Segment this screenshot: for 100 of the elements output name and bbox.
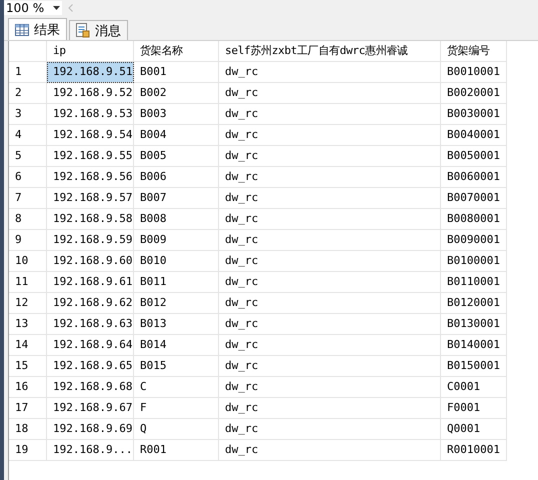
table-cell: B0030001	[441, 104, 507, 125]
table-cell: B0070001	[441, 188, 507, 209]
table-cell: 192.168.9.69	[47, 419, 134, 440]
table-cell: B011	[134, 272, 219, 293]
table-cell: 192.168.9.55	[47, 146, 134, 167]
column-header[interactable]: 货架编号	[441, 41, 507, 62]
table-cell: dw_rc	[219, 335, 441, 356]
table-cell: B006	[134, 167, 219, 188]
table-cell: B010	[134, 251, 219, 272]
table-cell: B0150001	[441, 356, 507, 377]
row-number[interactable]: 4	[9, 125, 47, 146]
grid-icon	[15, 24, 29, 36]
table-cell: B0130001	[441, 314, 507, 335]
table-cell: dw_rc	[219, 377, 441, 398]
document-icon	[76, 23, 90, 38]
table-cell: 192.168.9.61	[47, 272, 134, 293]
table-cell: B013	[134, 314, 219, 335]
column-header[interactable]: 货架名称	[134, 41, 219, 62]
table-cell: dw_rc	[219, 104, 441, 125]
row-number[interactable]: 16	[9, 377, 47, 398]
row-number[interactable]: 14	[9, 335, 47, 356]
table-cell: B005	[134, 146, 219, 167]
table-cell: R0010001	[441, 440, 507, 461]
table-cell: dw_rc	[219, 272, 441, 293]
table-cell: C0001	[441, 377, 507, 398]
table-cell: B007	[134, 188, 219, 209]
zoom-dropdown[interactable]: 100 %	[4, 0, 62, 14]
table-cell: B0090001	[441, 230, 507, 251]
table-cell: B015	[134, 356, 219, 377]
table-cell: 192.168.9.53	[47, 104, 134, 125]
caret-icon	[53, 6, 60, 10]
table-cell: dw_rc	[219, 314, 441, 335]
table-cell: 192.168.9.51	[47, 62, 134, 83]
row-number[interactable]: 3	[9, 104, 47, 125]
table-cell: B003	[134, 104, 219, 125]
row-number[interactable]: 5	[9, 146, 47, 167]
table-cell: 192.168.9.65	[47, 356, 134, 377]
table-cell: dw_rc	[219, 167, 441, 188]
table-cell: B0110001	[441, 272, 507, 293]
table-cell: B001	[134, 62, 219, 83]
table-cell: F	[134, 398, 219, 419]
table-cell: B012	[134, 293, 219, 314]
table-cell: B002	[134, 83, 219, 104]
tab[interactable]: 消息	[69, 20, 128, 40]
table-cell: 192.168.9.63	[47, 314, 134, 335]
table-cell: dw_rc	[219, 398, 441, 419]
row-number[interactable]: 10	[9, 251, 47, 272]
table-cell: Q0001	[441, 419, 507, 440]
table-cell: dw_rc	[219, 356, 441, 377]
row-number[interactable]: 1	[9, 62, 47, 83]
table-cell: C	[134, 377, 219, 398]
table-cell: 192.168.9.52	[47, 83, 134, 104]
table-cell: dw_rc	[219, 419, 441, 440]
table-cell: B0140001	[441, 335, 507, 356]
row-number[interactable]: 13	[9, 314, 47, 335]
row-number[interactable]: 8	[9, 209, 47, 230]
table-cell: 192.168.9.68	[47, 377, 134, 398]
table-cell: dw_rc	[219, 125, 441, 146]
table-cell: dw_rc	[219, 230, 441, 251]
column-header[interactable]: self苏州zxbt工厂自有dwrc惠州睿诚	[219, 41, 441, 62]
row-number[interactable]: 2	[9, 83, 47, 104]
table-cell: 192.168.9...	[47, 440, 134, 461]
table-cell: 192.168.9.57	[47, 188, 134, 209]
table-cell: dw_rc	[219, 209, 441, 230]
row-number[interactable]: 18	[9, 419, 47, 440]
row-number[interactable]: 6	[9, 167, 47, 188]
table-cell: dw_rc	[219, 251, 441, 272]
table-cell: 192.168.9.64	[47, 335, 134, 356]
table-cell: dw_rc	[219, 83, 441, 104]
table-cell: dw_rc	[219, 146, 441, 167]
table-cell: B0080001	[441, 209, 507, 230]
table-cell: 192.168.9.62	[47, 293, 134, 314]
table-cell: 192.168.9.54	[47, 125, 134, 146]
table-cell: 192.168.9.58	[47, 209, 134, 230]
table-cell: 192.168.9.67	[47, 398, 134, 419]
table-cell: B0050001	[441, 146, 507, 167]
tab[interactable]: 结果	[8, 18, 67, 40]
table-cell: 192.168.9.59	[47, 230, 134, 251]
column-header[interactable]: ip	[47, 41, 134, 62]
table-cell: dw_rc	[219, 293, 441, 314]
table-cell: F0001	[441, 398, 507, 419]
table-cell: 192.168.9.60	[47, 251, 134, 272]
table-cell: B0010001	[441, 62, 507, 83]
table-cell: B0040001	[441, 125, 507, 146]
row-number[interactable]: 12	[9, 293, 47, 314]
table-cell: 192.168.9.56	[47, 167, 134, 188]
table-cell: B008	[134, 209, 219, 230]
row-number[interactable]: 19	[9, 440, 47, 461]
table-cell: B0020001	[441, 83, 507, 104]
table-cell: B0120001	[441, 293, 507, 314]
row-number[interactable]: 15	[9, 356, 47, 377]
table-cell: dw_rc	[219, 62, 441, 83]
row-number[interactable]: 17	[9, 398, 47, 419]
scroll-left-icon[interactable]	[68, 4, 73, 12]
row-number[interactable]: 11	[9, 272, 47, 293]
table-cell: dw_rc	[219, 188, 441, 209]
row-number[interactable]: 7	[9, 188, 47, 209]
table-cell: B0060001	[441, 167, 507, 188]
row-number[interactable]: 9	[9, 230, 47, 251]
table-cell: Q	[134, 419, 219, 440]
